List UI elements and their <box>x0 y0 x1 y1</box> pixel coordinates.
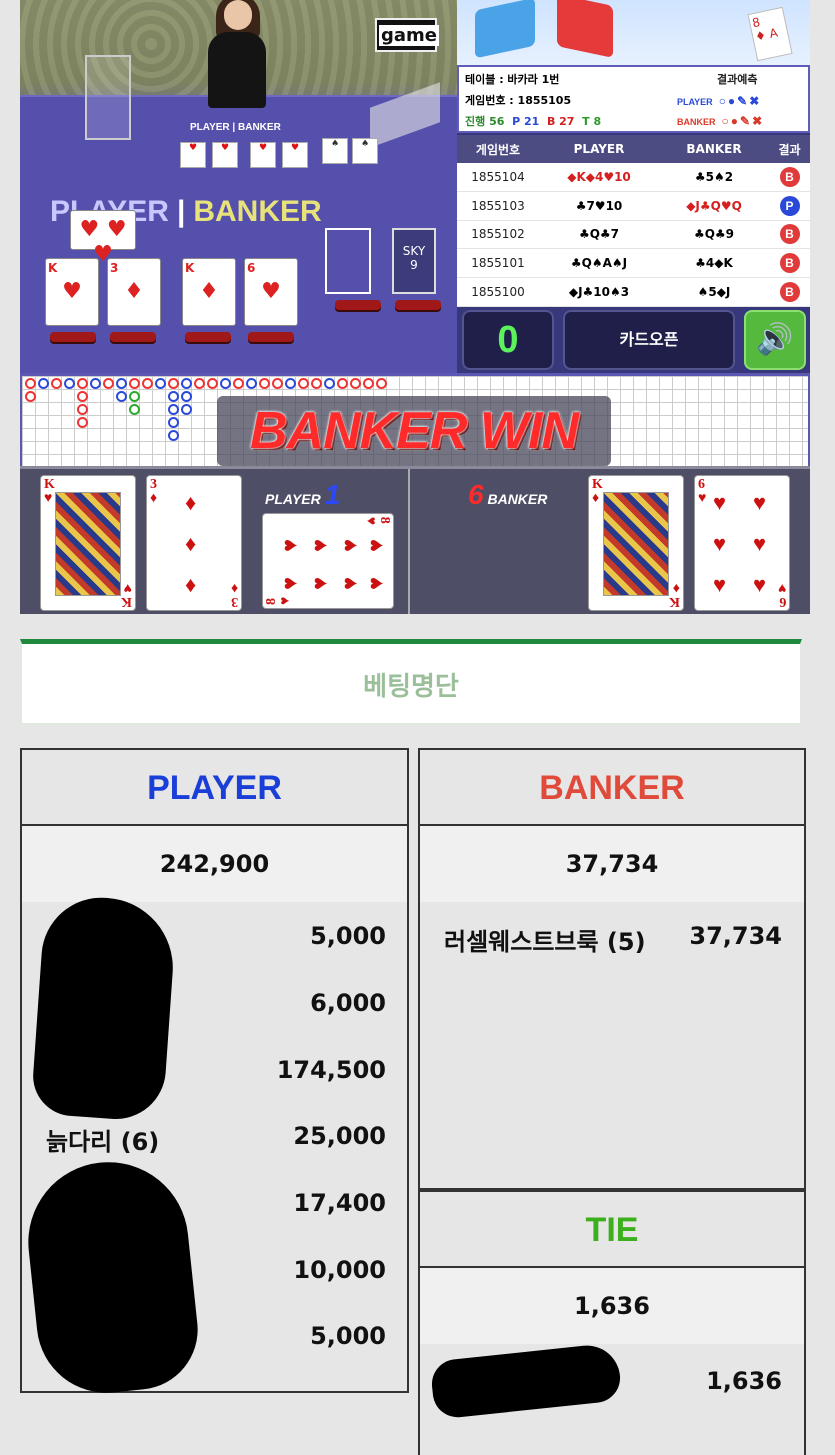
card-back: SKY 9 <box>392 228 436 294</box>
card-tray <box>395 300 441 310</box>
banker-card-k-diamonds: K ♦ K ♦ <box>588 475 684 611</box>
banker-win-banner: BANKER WIN <box>217 396 611 466</box>
player-result-badge: P <box>779 195 800 216</box>
card-tray <box>248 332 294 342</box>
banker-prediction-legend[interactable]: BANKER ○●✎✖ <box>677 114 764 128</box>
banker-bets-total: 37,734 <box>420 826 804 902</box>
player-bets-box: PLAYER 242,900 5,000 6,000 174,500 늙다리 (… <box>20 748 409 1400</box>
card-tray <box>335 300 381 310</box>
results-header: 게임번호 PLAYER BANKER 결과 <box>457 135 810 163</box>
overlay-banker-score: 6 BANKER <box>468 479 548 510</box>
table-row: 1855100 ◆J♣10♠3 ♠5◆J B <box>457 278 810 307</box>
banker-result-badge: B <box>779 166 800 187</box>
card-tray <box>50 332 96 342</box>
dealer-figure <box>202 0 272 108</box>
blue-cube-icon <box>475 0 535 59</box>
card-tray <box>185 332 231 342</box>
mini-card: ♥ <box>180 142 206 168</box>
info-panel: 8 ♦ A 테이블 : 바카라 1번 게임번호 : 1855105 진행 56 P… <box>457 0 810 373</box>
banker-card-6-hearts: 6 ♥ ♥ ♥ ♥ ♥ ♥ ♥ 6 ♥ <box>694 475 790 611</box>
mini-card: ♥ <box>212 142 238 168</box>
overlay-player-score: PLAYER 1 <box>265 479 341 510</box>
banker-result-badge: B <box>779 224 800 245</box>
redaction-scribble <box>30 893 178 1123</box>
player-bets-heading: PLAYER <box>22 750 407 826</box>
betting-list-title: 베팅명단 <box>363 672 459 702</box>
empty-card-slot <box>325 228 371 294</box>
card-tray <box>110 332 156 342</box>
felt-card: K ♦ <box>182 258 236 326</box>
player-prediction-legend[interactable]: PLAYER ○●✎✖ <box>677 94 761 108</box>
table-row: 1855102 ♣Q♣7 ♣Q♣9 B <box>457 221 810 250</box>
table-row: 1855101 ♣Q♠A♠J ♣4◆K B <box>457 249 810 279</box>
felt-card: 3 ♦ <box>107 258 161 326</box>
mini-card: ♥ <box>282 142 308 168</box>
card-shoe <box>85 55 131 140</box>
player-card-k-hearts: K ♥ K ♥ <box>40 475 136 611</box>
studio-logo-sign: game <box>375 18 439 52</box>
game-number: 게임번호 : 1855105 <box>465 94 572 107</box>
panel-banner: 8 ♦ A <box>457 0 810 65</box>
baccarat-game-area: game PLAYER | BANKER ♥ ♥ ♥ ♥ ♠ ♠ PLAYER|… <box>20 0 810 614</box>
mini-player-banker-label: PLAYER | BANKER <box>190 122 281 133</box>
player-bets-total: 242,900 <box>22 826 407 902</box>
betting-list-header: 베팅명단 <box>20 639 802 725</box>
banker-result-badge: B <box>779 253 800 274</box>
tie-bets-box: TIE 1,636 1,636 <box>418 1190 806 1455</box>
tie-bets-total: 1,636 <box>420 1268 804 1344</box>
mini-card: ♥ <box>250 142 276 168</box>
table-row: 1855103 ♣7♥10 ◆J♣Q♥Q P <box>457 192 810 221</box>
playing-card-icon: 8 ♦ A <box>747 6 793 62</box>
felt-card: 6 ♥ <box>244 258 298 326</box>
banker-result-badge: B <box>779 282 800 303</box>
felt-card: K ♥ <box>45 258 99 326</box>
card-open-button[interactable]: 카드오픈 <box>563 310 735 370</box>
countdown-counter: 0 <box>462 310 554 370</box>
red-cube-icon <box>557 0 613 58</box>
prediction-label: 결과예측 <box>717 73 758 86</box>
tie-bets-heading: TIE <box>420 1192 804 1268</box>
game-info-box: 테이블 : 바카라 1번 게임번호 : 1855105 진행 56 P 21 B… <box>457 65 810 133</box>
mini-card: ♠ <box>352 138 378 164</box>
banker-bets-box: BANKER 37,734 러셀웨스트브룩 (5) 37,734 <box>418 748 806 1190</box>
live-video-feed: game PLAYER | BANKER ♥ ♥ ♥ ♥ ♠ ♠ PLAYER|… <box>20 0 457 373</box>
mini-card: ♠ <box>322 138 348 164</box>
redaction-scribble <box>20 1154 204 1400</box>
felt-card: ♥ ♥ ♥ <box>70 210 136 267</box>
redaction-scribble <box>429 1342 623 1420</box>
table-row: 1855104 ◆K◆4♥10 ♣5♠2 B <box>457 163 810 192</box>
card-result-overlay: K ♥ K ♥ 3 ♦ ♦ ♦ ♦ 3 ♦ 8 ♥ ♥ ♥ ♥ ♥ ♥ ♥ ♥ ♥ 8 ♥ PLAYER … <box>20 466 810 614</box>
banker-bets-heading: BANKER <box>420 750 804 826</box>
player-card-3-diamonds: 3 ♦ ♦ ♦ ♦ 3 ♦ <box>146 475 242 611</box>
progress-stats: 진행 56 P 21 B 27 T 8 <box>465 115 602 128</box>
player-card-8-hearts: 8 ♥ ♥ ♥ ♥ ♥ ♥ ♥ ♥ ♥ 8 ♥ <box>262 513 394 609</box>
results-table: 게임번호 PLAYER BANKER 결과 1855104 ◆K◆4♥10 ♣5… <box>457 135 810 307</box>
table-name: 테이블 : 바카라 1번 <box>465 73 560 86</box>
speaker-icon[interactable]: 🔊 <box>744 310 806 370</box>
